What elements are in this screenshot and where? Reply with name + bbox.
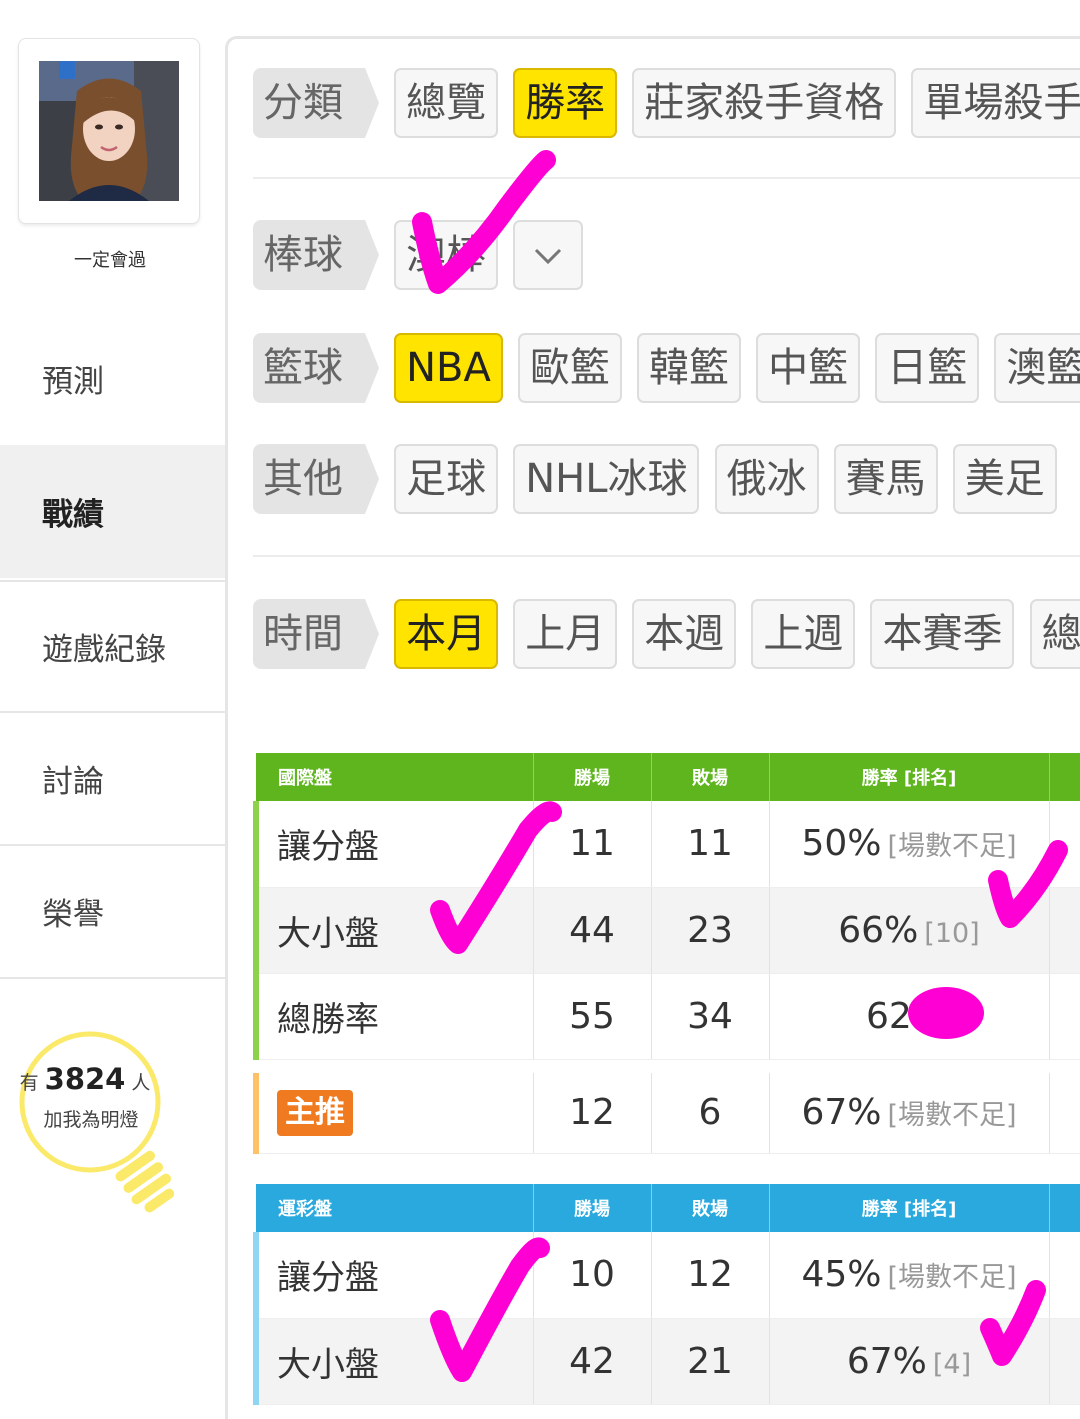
win-rate: 67% [4]: [769, 1318, 1050, 1405]
table-header: 國際盤 勝場 敗場 勝率 [排名]: [256, 753, 1080, 801]
win-count: 42: [533, 1318, 652, 1405]
lose-count: 23: [651, 887, 770, 974]
win-rate: 50% [場數不足]: [769, 801, 1050, 888]
chip-winrate[interactable]: 勝率: [513, 68, 618, 138]
chip-russia-hockey[interactable]: 俄冰: [714, 444, 819, 514]
table-row: 大小盤 42 21 67% [4]: [253, 1318, 1080, 1405]
sidebar: 一定會過 預測 戰績 遊戲紀錄 討論 榮譽 有 3824 人 加我為明燈: [0, 0, 225, 1391]
sidebar-item-honor[interactable]: 榮譽: [0, 846, 225, 979]
col-header-lose: 敗場: [651, 1184, 770, 1232]
chip-last-week[interactable]: 上週: [751, 599, 856, 669]
sidebar-item-predict[interactable]: 預測: [0, 312, 225, 445]
chip-bookie-killer[interactable]: 莊家殺手資格: [632, 68, 897, 138]
col-header-win: 勝場: [533, 1184, 652, 1232]
filter-label-time: 時間: [253, 599, 379, 669]
chip-soccer[interactable]: 足球: [394, 444, 499, 514]
chip-nba[interactable]: NBA: [394, 333, 503, 403]
sidebar-item-discuss[interactable]: 討論: [0, 713, 225, 846]
featured-row: 主推 12 6 67% [場數不足]: [253, 1073, 1080, 1154]
col-header-rate: 勝率 [排名]: [769, 1184, 1050, 1232]
win-count: 12: [533, 1073, 652, 1154]
table-row: 總勝率 55 34 62%: [253, 973, 1080, 1060]
fan-count: 有 3824 人: [19, 1062, 151, 1096]
sport-stats-table: 運彩盤 勝場 敗場 勝率 [排名] 讓分盤 10 12 45% [場數不足] 大小…: [253, 1184, 1080, 1405]
chip-american-football[interactable]: 美足: [952, 444, 1057, 514]
chip-aus-basketball[interactable]: 澳籃: [994, 333, 1080, 403]
chip-total[interactable]: 總: [1029, 599, 1080, 669]
filter-row-other: 其他 足球 NHL冰球 俄冰 賽馬 美足: [253, 444, 1067, 516]
win-rate: 62%: [769, 973, 1050, 1060]
sidebar-item-game-log[interactable]: 遊戲紀錄: [0, 580, 225, 713]
chip-overview[interactable]: 總覽: [394, 68, 499, 138]
rank: [場數不足]: [887, 1262, 1017, 1294]
win-rate: 45% [場數不足]: [769, 1232, 1050, 1319]
col-header-rate: 勝率 [排名]: [769, 753, 1050, 801]
win-count: 11: [533, 801, 652, 888]
lose-count: 34: [651, 973, 770, 1060]
divider: [253, 555, 1080, 557]
col-header-market: 國際盤: [256, 753, 534, 801]
col-header-extra: [1049, 1184, 1080, 1232]
filter-label-category: 分類: [253, 68, 379, 138]
sidebar-item-record[interactable]: 戰績: [0, 445, 225, 578]
filter-row-category: 分類 總覽 勝率 莊家殺手資格 單場殺手: [253, 68, 1080, 140]
col-header-win: 勝場: [533, 753, 652, 801]
chip-japan-basketball[interactable]: 日籃: [875, 333, 980, 403]
table-row: 讓分盤 10 12 45% [場數不足]: [253, 1232, 1080, 1319]
win-rate: 66% [10]: [769, 887, 1050, 974]
lose-count: 6: [651, 1073, 770, 1154]
col-header-market: 運彩盤: [256, 1184, 534, 1232]
filter-row-basketball: 籃球 NBA 歐籃 韓籃 中籃 日籃 澳籃: [253, 333, 1080, 405]
rank: [場數不足]: [887, 831, 1017, 863]
avatar[interactable]: [39, 61, 179, 201]
chip-horse-racing[interactable]: 賽馬: [833, 444, 938, 514]
chip-last-month[interactable]: 上月: [513, 599, 618, 669]
win-count: 55: [533, 973, 652, 1060]
filter-row-time: 時間 本月 上月 本週 上週 本賽季 總: [253, 599, 1080, 671]
win-rate: 67% [場數不足]: [769, 1073, 1050, 1154]
lose-count: 21: [651, 1318, 770, 1405]
row-name: 大小盤: [253, 887, 534, 974]
row-name: 大小盤: [253, 1318, 534, 1405]
table-header: 運彩盤 勝場 敗場 勝率 [排名]: [256, 1184, 1080, 1232]
fan-caption[interactable]: 加我為明燈: [0, 1105, 182, 1132]
row-name: 讓分盤: [253, 1232, 534, 1319]
featured-table: 主推 12 6 67% [場數不足]: [253, 1073, 1080, 1154]
table-row: 讓分盤 11 11 50% [場數不足]: [253, 801, 1080, 888]
table-row: 大小盤 44 23 66% [10]: [253, 887, 1080, 974]
filter-label-baseball: 棒球: [253, 220, 379, 290]
rank: [10]: [924, 917, 980, 949]
chip-this-month[interactable]: 本月: [394, 599, 499, 669]
row-name: 讓分盤: [253, 801, 534, 888]
col-header-extra: [1049, 753, 1080, 801]
avatar-frame[interactable]: [18, 38, 200, 224]
featured-badge: 主推: [277, 1089, 353, 1136]
win-count: 10: [533, 1232, 652, 1319]
chip-single-killer[interactable]: 單場殺手: [911, 68, 1080, 138]
win-count: 44: [533, 887, 652, 974]
chip-euro-basketball[interactable]: 歐籃: [517, 333, 622, 403]
intl-stats-table: 國際盤 勝場 敗場 勝率 [排名] 讓分盤 11 11 50% [場數不足] 大小…: [253, 753, 1080, 1060]
row-name: 總勝率: [253, 973, 534, 1060]
rank: [4]: [932, 1348, 972, 1380]
filter-row-baseball: 棒球 澳棒: [253, 220, 593, 292]
chevron-down-icon[interactable]: [513, 220, 584, 290]
main-panel: 分類 總覽 勝率 莊家殺手資格 單場殺手 棒球 澳棒 籃球 NBA 歐籃 韓籃 …: [225, 36, 1080, 1419]
chip-korea-basketball[interactable]: 韓籃: [637, 333, 742, 403]
col-header-lose: 敗場: [651, 753, 770, 801]
chip-nhl[interactable]: NHL冰球: [513, 444, 700, 514]
chip-china-basketball[interactable]: 中籃: [756, 333, 861, 403]
rank: [場數不足]: [887, 1100, 1017, 1132]
chip-aus-baseball[interactable]: 澳棒: [394, 220, 499, 290]
filter-label-basketball: 籃球: [253, 333, 379, 403]
lose-count: 12: [651, 1232, 770, 1319]
chip-this-season[interactable]: 本賽季: [870, 599, 1015, 669]
filter-label-other: 其他: [253, 444, 379, 514]
chip-this-week[interactable]: 本週: [632, 599, 737, 669]
divider: [253, 177, 1080, 179]
username: 一定會過: [74, 250, 146, 271]
lose-count: 11: [651, 801, 770, 888]
